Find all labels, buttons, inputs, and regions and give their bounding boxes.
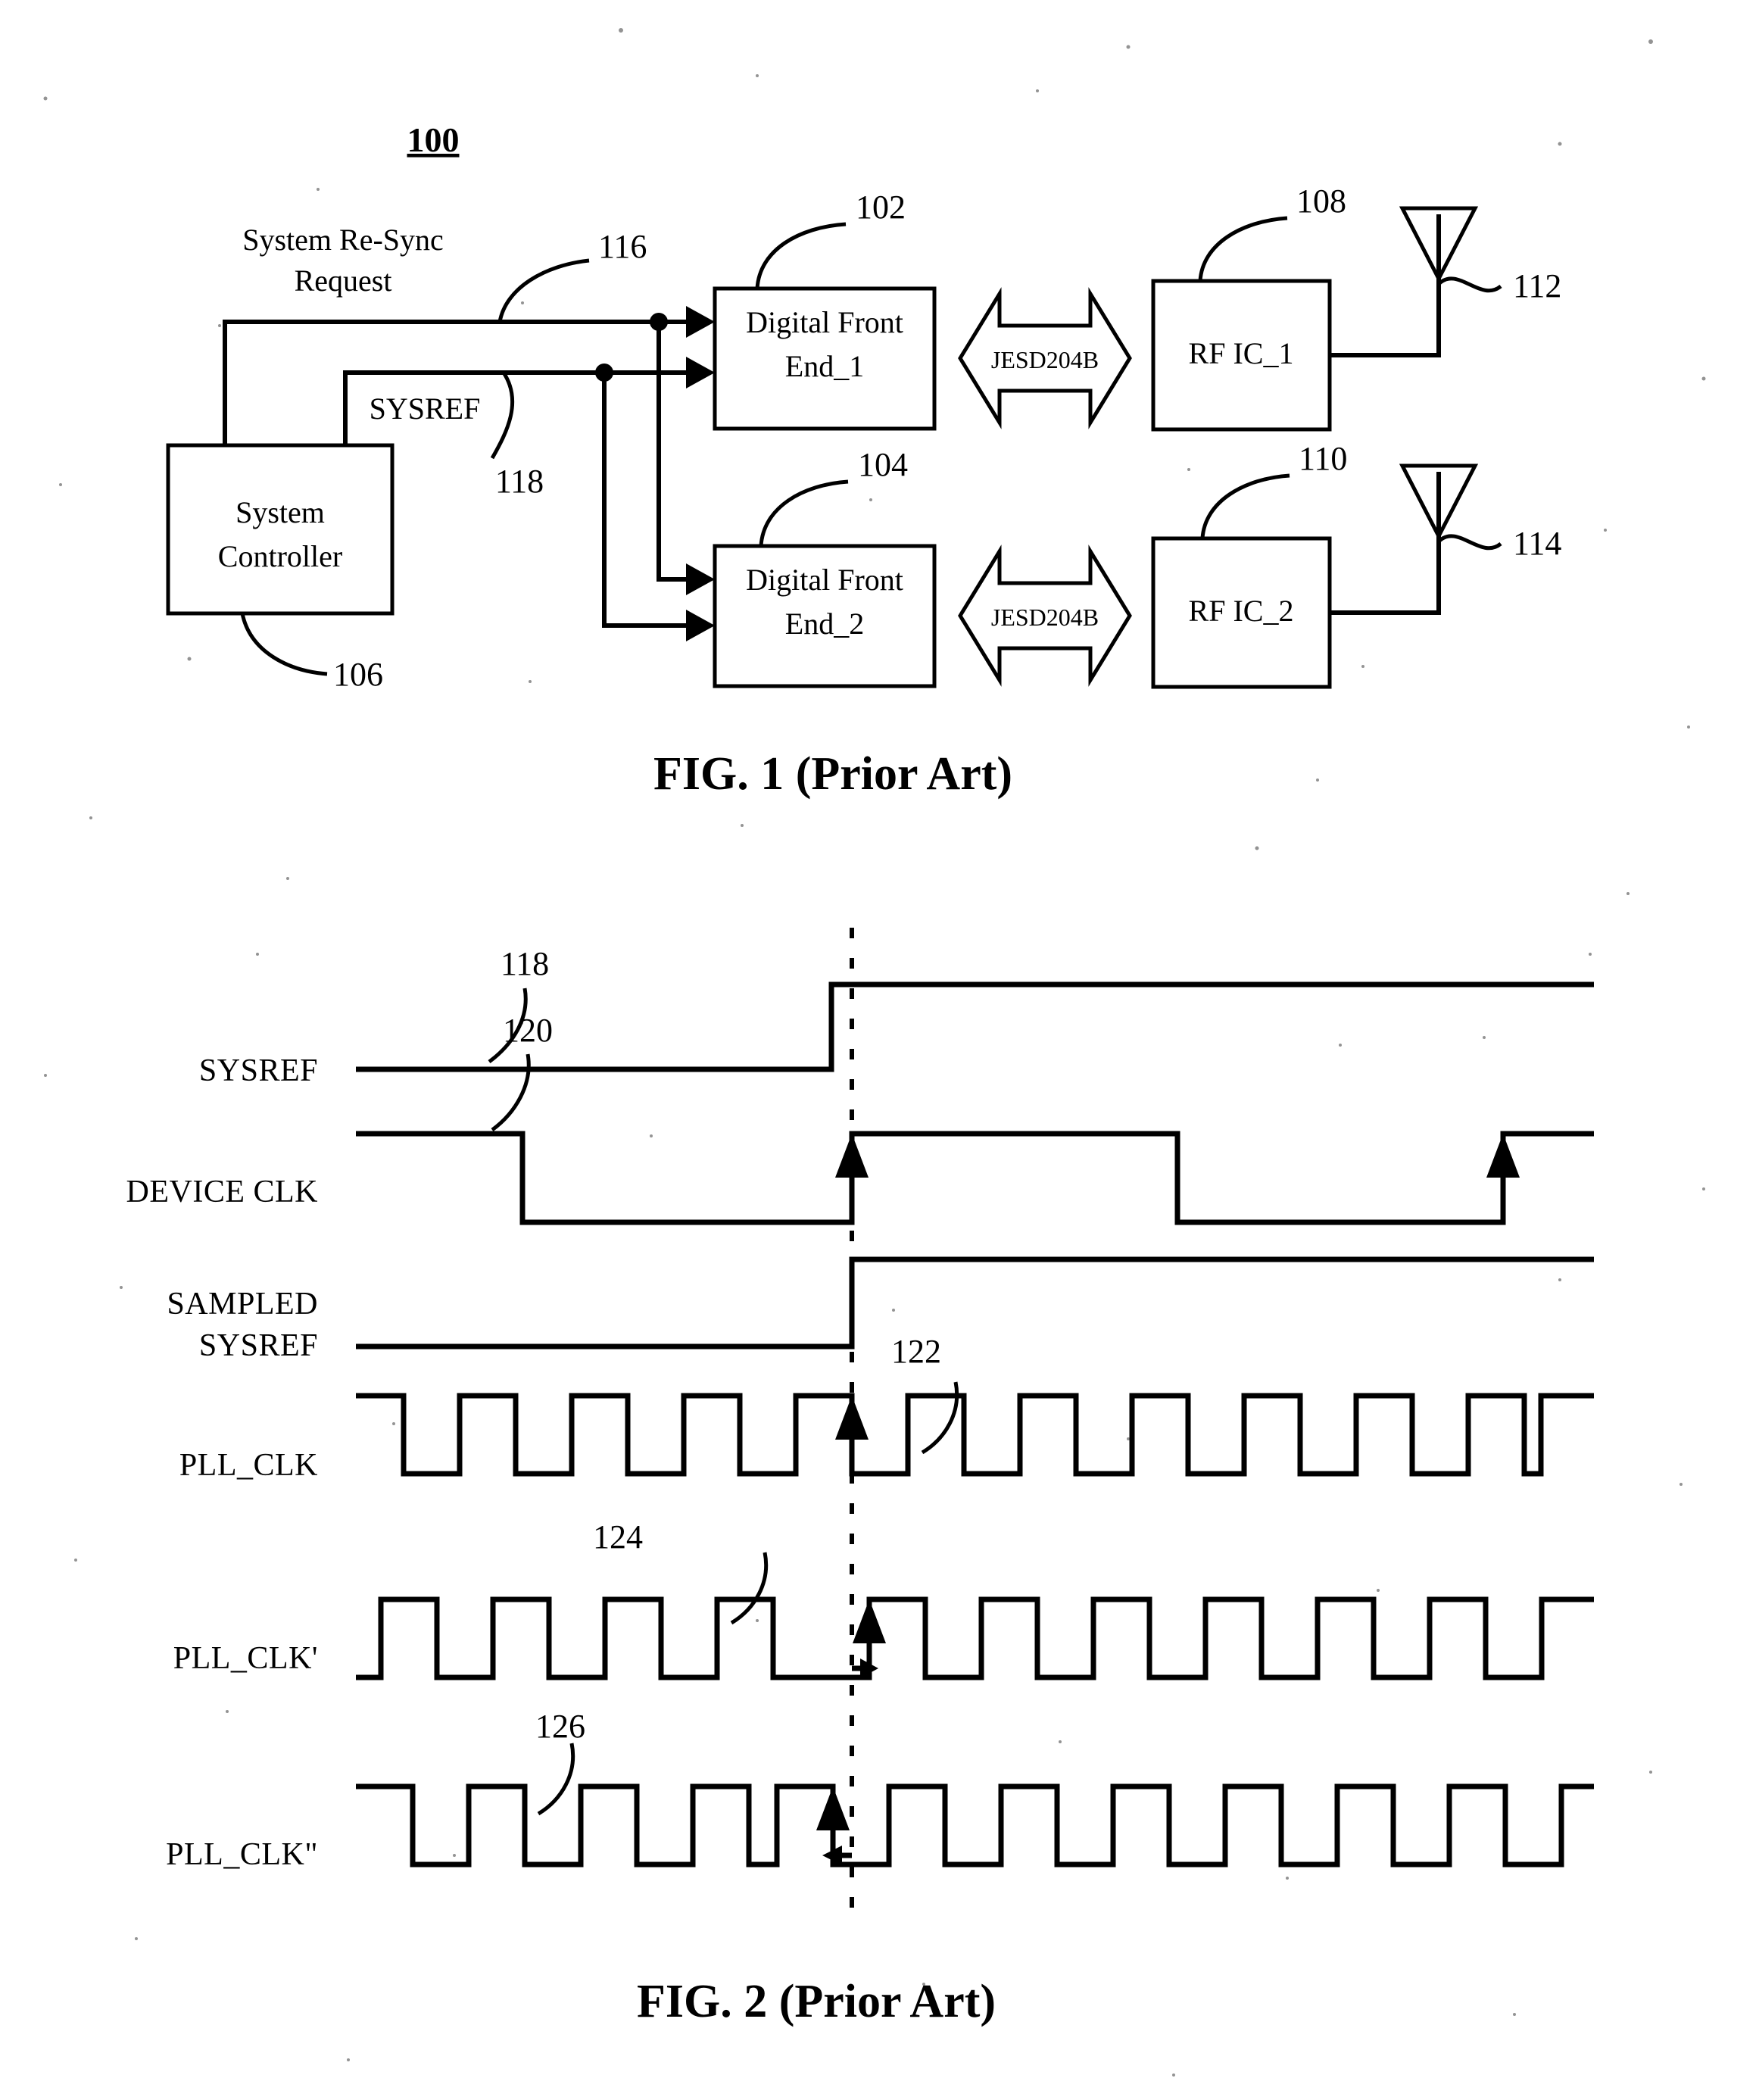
ref-number-124: 124	[593, 1518, 643, 1555]
waveform-label-pll-clk-prime: PLL_CLK'	[173, 1641, 318, 1676]
ref-number-104: 104	[858, 446, 908, 483]
block-rf-ic-2-label: RF IC_2	[1189, 594, 1294, 628]
ref-number-126: 126	[535, 1708, 585, 1745]
block-dfe1-label-line1: Digital Front	[746, 305, 903, 339]
waveform-label-pll-clk-double-prime: PLL_CLK"	[166, 1837, 318, 1872]
block-dfe2-label-line2: End_2	[785, 607, 864, 641]
figure-2-caption: FIG. 2 (Prior Art)	[637, 1976, 996, 2027]
ref-number-108: 108	[1296, 183, 1346, 220]
block-dfe2-label-line1: Digital Front	[746, 563, 903, 597]
block-system-controller-label-line2: Controller	[218, 539, 342, 573]
waveform-label-pll-clk: PLL_CLK	[179, 1448, 318, 1483]
block-dfe1-label-line2: End_1	[785, 349, 864, 383]
ref-number-120: 120	[503, 1012, 553, 1049]
ref-number-110: 110	[1299, 440, 1347, 477]
figure-1-title-number: 100	[407, 120, 460, 159]
signal-label-system-resync-line1: System Re-Sync	[242, 223, 444, 257]
signal-label-sysref: SYSREF	[370, 392, 481, 426]
ref-number-118-fig1: 118	[495, 463, 544, 500]
waveform-label-sampled-sysref-line1: SAMPLED	[167, 1287, 318, 1321]
ref-number-122: 122	[891, 1333, 941, 1370]
bus-jesd204b-1-label: JESD204B	[991, 346, 1099, 373]
ref-number-118-fig2: 118	[501, 945, 549, 982]
waveform-label-sampled-sysref-line2: SYSREF	[199, 1328, 318, 1363]
figure-1-caption: FIG. 1 (Prior Art)	[653, 748, 1012, 800]
patent-drawing-sheet: 100 Digital Front End_1 Digital Front En…	[0, 0, 1759, 2100]
block-system-controller-label-line1: System	[235, 495, 325, 529]
ref-number-116: 116	[598, 228, 647, 265]
ref-number-106: 106	[333, 656, 383, 693]
bus-jesd204b-2-label: JESD204B	[991, 604, 1099, 631]
ref-number-114: 114	[1513, 525, 1561, 562]
ref-number-102: 102	[856, 189, 906, 226]
signal-label-system-resync-line2: Request	[295, 264, 392, 298]
waveform-label-device-clk: DEVICE CLK	[126, 1175, 318, 1209]
waveform-label-sysref: SYSREF	[199, 1053, 318, 1088]
block-rf-ic-1-label: RF IC_1	[1189, 336, 1294, 370]
ref-number-112: 112	[1513, 267, 1561, 304]
